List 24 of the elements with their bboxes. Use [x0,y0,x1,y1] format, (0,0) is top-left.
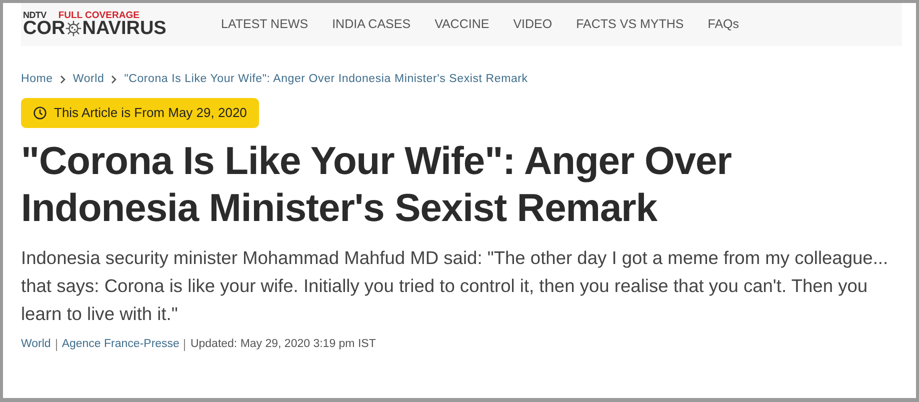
nav-link[interactable]: VACCINE [434,15,490,34]
breadcrumb-link[interactable]: "Corona Is Like Your Wife": Anger Over Indonesia Minister's Sexist Remark [124,71,528,88]
chevron-right-icon [111,75,118,84]
clock-icon [33,106,47,120]
logo-word-text: NAVIRUS [82,19,166,38]
virus-icon [65,20,82,38]
nav-link[interactable]: VIDEO [513,15,552,34]
nav-link[interactable]: LATEST NEWS [221,15,308,34]
breadcrumb-link[interactable]: Home [21,71,53,88]
chevron-right-icon [60,75,66,84]
coverage-label: FULL COVERAGE [58,10,140,20]
article-summary: Indonesia security minister Mohammad Mahfud MD said: "The other day I got a meme from my colleague... that says: Corona is like your wife. Initially you tried to control it, then you realise that you can't. Then you learn to live with it." [21,246,890,326]
site-logo[interactable]: NDTV FULL COVERAGE COR NAVIRUS [21,10,221,38]
logo-brand-text: NDTV [23,11,46,20]
source-link[interactable]: Agence France-Presse [62,336,180,354]
nav-link[interactable]: FAQs [708,15,740,34]
headline: "Corona Is Like Your Wife": Anger Over Indonesia Minister's Sexist Remark [21,139,732,232]
nav-link[interactable]: INDIA CASES [332,15,411,34]
nav-link[interactable]: FACTS VS MYTHS [576,15,684,34]
category-link[interactable]: World [21,336,51,354]
logo-word-text: COR [23,19,66,38]
article-date-notice: This Article is From May 29, 2020 [21,98,259,128]
breadcrumb-link[interactable]: World [72,71,104,88]
updated-time: Updated: May 29, 2020 3:19 pm IST [190,337,376,352]
